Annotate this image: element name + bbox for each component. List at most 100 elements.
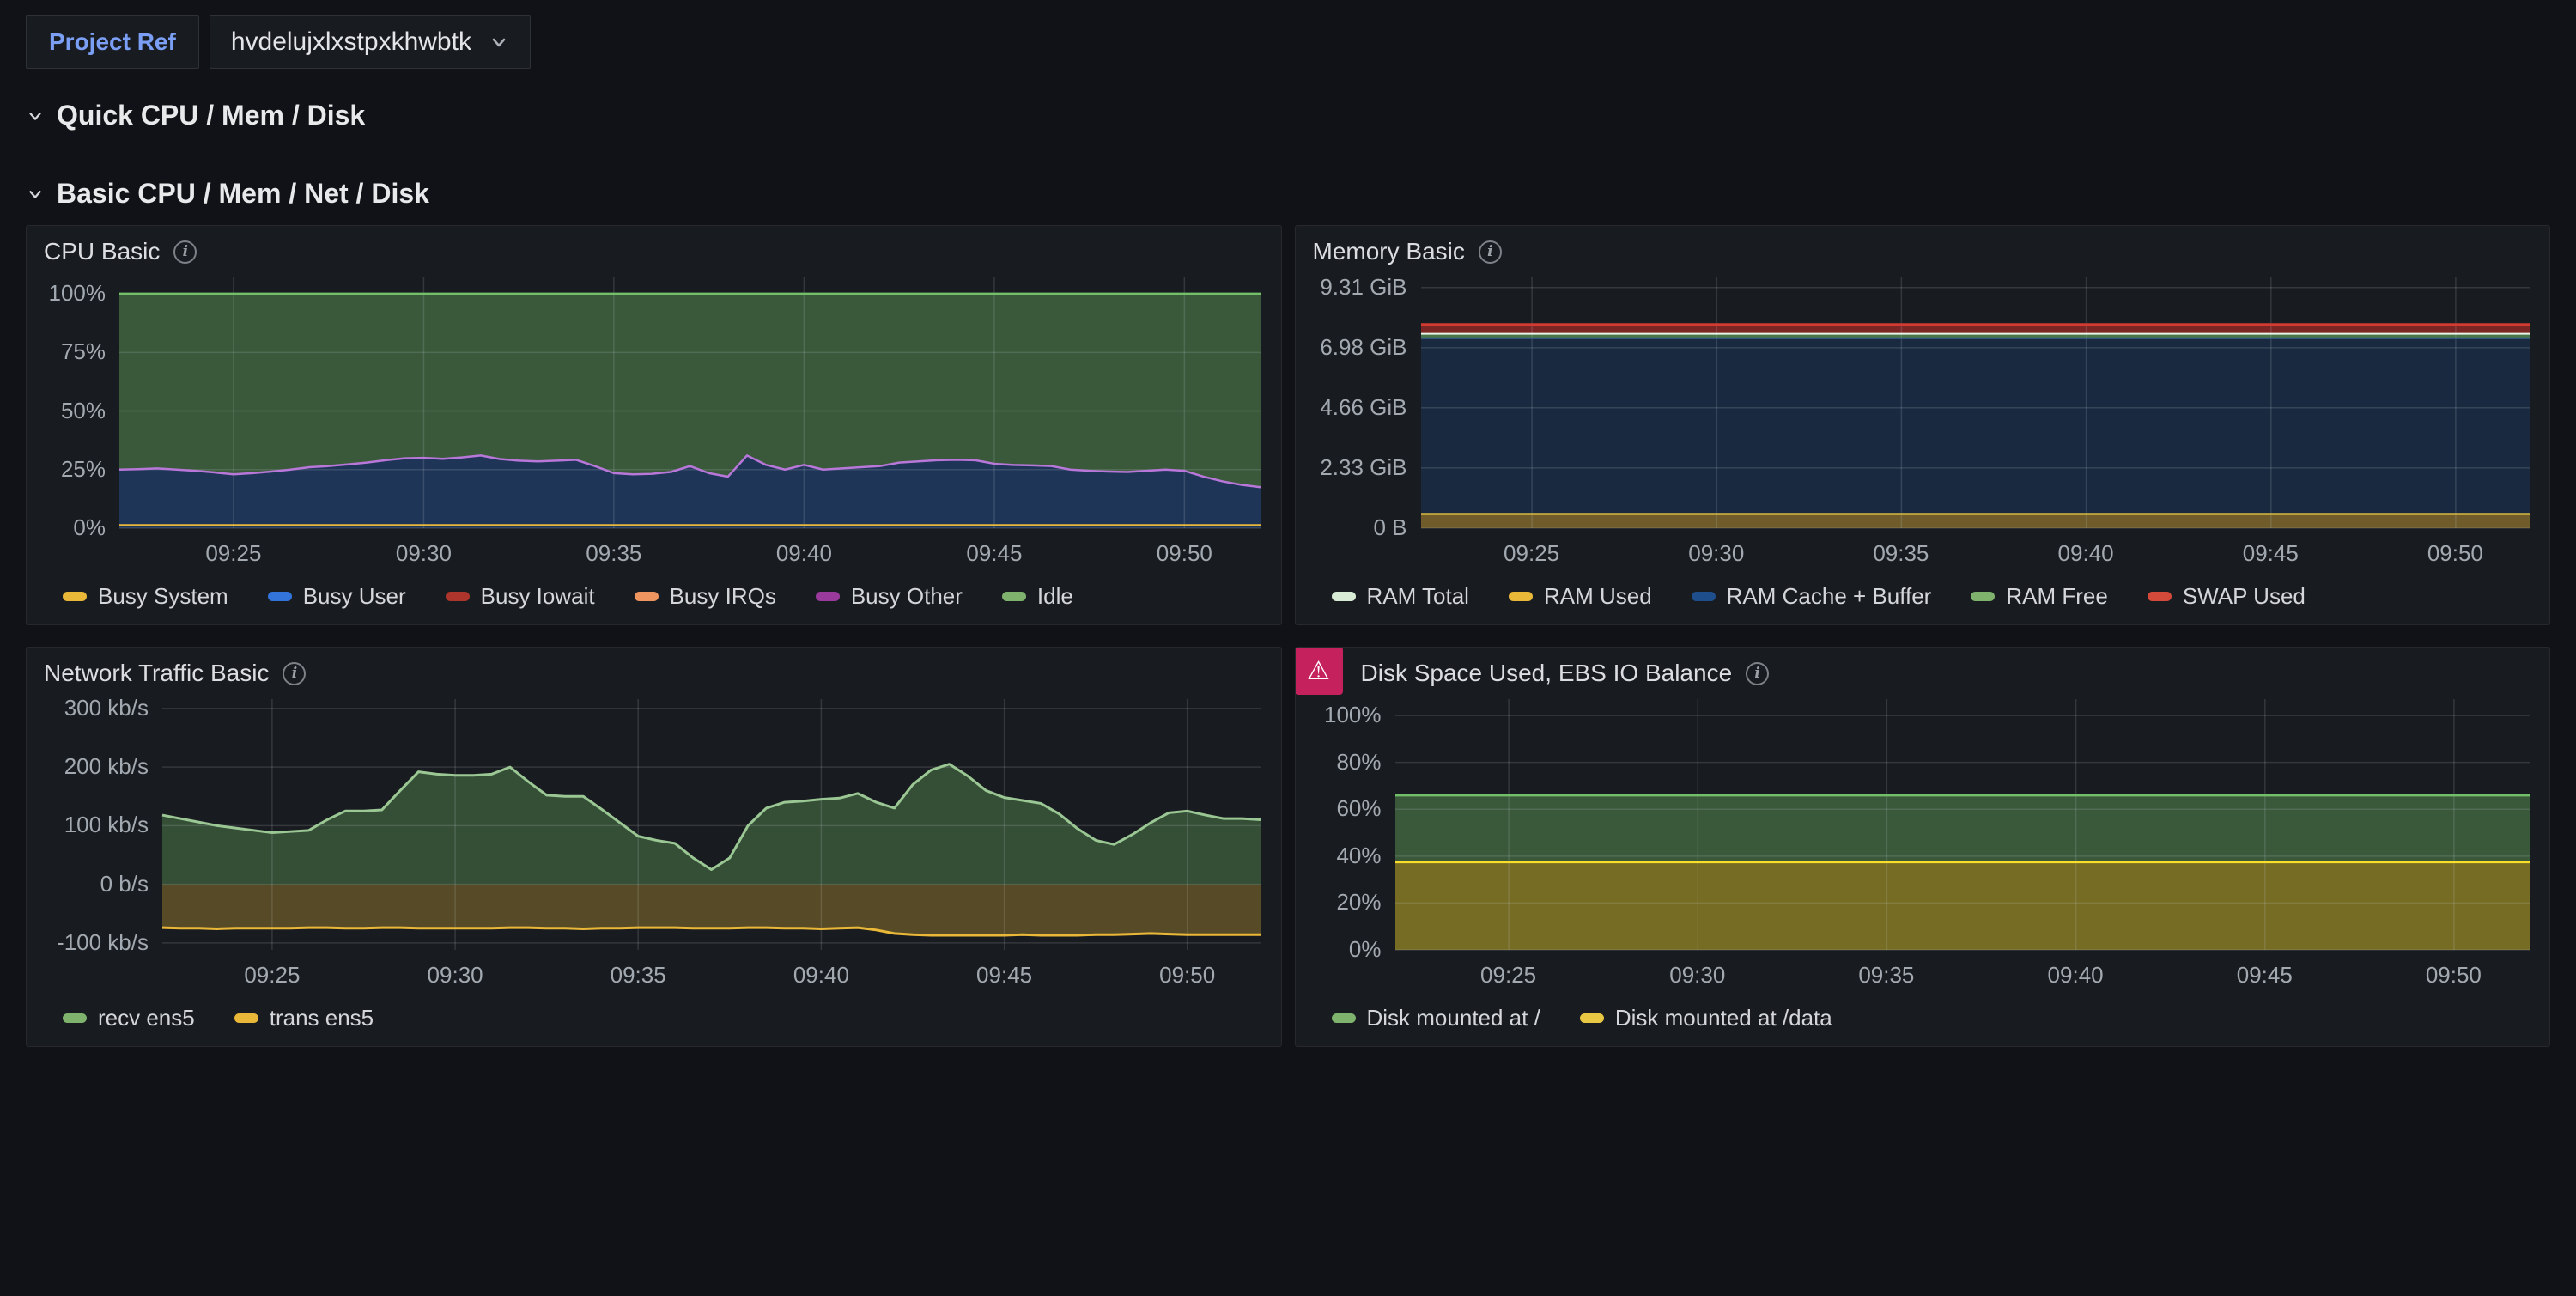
y-axis-label: 100% — [1303, 702, 1382, 728]
panel-network-basic: Network Traffic Basic i -100 kb/s0 b/s10… — [26, 647, 1282, 1047]
legend-color-chip — [1580, 1013, 1604, 1023]
network-traffic-legend: recv ens5 trans ens5 — [27, 996, 1281, 1046]
legend-label: recv ens5 — [98, 1005, 195, 1031]
legend-color-chip — [1692, 592, 1716, 601]
info-icon[interactable]: i — [283, 662, 306, 685]
y-axis-label: 0 B — [1303, 514, 1407, 541]
cpu-basic-legend: Busy System Busy User Busy Iowait Busy IRQs… — [27, 575, 1281, 624]
legend-item[interactable]: Busy System — [63, 583, 228, 610]
legend-label: RAM Cache + Buffer — [1727, 583, 1932, 610]
y-axis-label: 6.98 GiB — [1303, 334, 1407, 361]
panel-title[interactable]: Memory Basic — [1313, 238, 1465, 265]
chart-canvas — [1303, 691, 2543, 996]
legend-item[interactable]: Busy User — [268, 583, 406, 610]
x-axis-label: 09:35 — [1818, 962, 1955, 989]
x-axis-label: 09:50 — [1115, 540, 1253, 567]
dashboard-topbar: Project Ref hvdelujxlxstpxkhwbtk — [0, 0, 2576, 69]
panel-header: Network Traffic Basic i — [27, 648, 1281, 691]
legend-item[interactable]: Busy Iowait — [446, 583, 595, 610]
legend-label: Busy User — [303, 583, 406, 610]
section-header-basic[interactable]: Basic CPU / Mem / Net / Disk — [26, 178, 2576, 210]
x-axis-label: 09:50 — [2385, 962, 2522, 989]
cpu-basic-chart[interactable]: 0%25%50%75%100%09:2509:3009:3509:4009:45… — [33, 269, 1274, 575]
y-axis-label: 0% — [1303, 936, 1382, 963]
legend-label: RAM Used — [1544, 583, 1652, 610]
panel-header: Memory Basic i — [1296, 226, 2550, 269]
legend-color-chip — [63, 1013, 87, 1023]
x-axis-label: 09:35 — [569, 962, 707, 989]
legend-item[interactable]: trans ens5 — [234, 1005, 374, 1031]
project-ref-dropdown[interactable]: hvdelujxlxstpxkhwbtk — [210, 15, 531, 69]
legend-item[interactable]: Busy IRQs — [635, 583, 776, 610]
y-axis-label: 80% — [1303, 749, 1382, 776]
y-axis-label: 20% — [1303, 889, 1382, 916]
y-axis-label: 4.66 GiB — [1303, 394, 1407, 421]
y-axis-label: 0 b/s — [33, 871, 149, 897]
x-axis-label: 09:30 — [1629, 962, 1766, 989]
legend-item[interactable]: RAM Cache + Buffer — [1692, 583, 1932, 610]
x-axis-label: 09:40 — [2017, 540, 2154, 567]
section-header-quick[interactable]: Quick CPU / Mem / Disk — [26, 100, 2576, 131]
panel-title[interactable]: Network Traffic Basic — [44, 660, 269, 687]
x-axis-label: 09:35 — [1832, 540, 1970, 567]
y-axis-label: 50% — [33, 398, 106, 424]
grafana-dashboard: Project Ref hvdelujxlxstpxkhwbtk Quick C… — [0, 0, 2576, 1047]
x-axis-label: 09:25 — [1463, 540, 1601, 567]
alert-state-badge[interactable]: ⚠ — [1295, 647, 1343, 695]
legend-label: SWAP Used — [2183, 583, 2306, 610]
panel-disk-space: ⚠ Disk Space Used, EBS IO Balance i 0% 20… — [1295, 647, 2551, 1047]
legend-item[interactable]: recv ens5 — [63, 1005, 195, 1031]
legend-item[interactable]: RAM Total — [1332, 583, 1469, 610]
x-axis-label: 09:25 — [1440, 962, 1577, 989]
legend-color-chip — [816, 592, 840, 601]
chevron-down-icon — [489, 32, 509, 52]
network-traffic-chart[interactable]: -100 kb/s0 b/s100 kb/s200 kb/s300 kb/s09… — [33, 691, 1274, 996]
memory-basic-chart[interactable]: 0 B2.33 GiB4.66 GiB6.98 GiB9.31 GiB09:25… — [1303, 269, 2543, 575]
legend-item[interactable]: Busy Other — [816, 583, 963, 610]
y-axis-label: 2.33 GiB — [1303, 454, 1407, 481]
info-icon[interactable]: i — [1746, 662, 1769, 685]
x-axis-label: 09:30 — [386, 962, 524, 989]
x-axis-label: 09:45 — [2196, 962, 2333, 989]
x-axis-label: 09:45 — [926, 540, 1063, 567]
disk-space-legend: Disk mounted at / Disk mounted at /data — [1296, 996, 2550, 1046]
legend-item[interactable]: Disk mounted at / — [1332, 1005, 1540, 1031]
legend-item[interactable]: RAM Used — [1509, 583, 1652, 610]
legend-label: Disk mounted at / — [1367, 1005, 1540, 1031]
section-title: Quick CPU / Mem / Disk — [57, 100, 365, 131]
section-title: Basic CPU / Mem / Net / Disk — [57, 178, 429, 210]
legend-item[interactable]: Idle — [1002, 583, 1073, 610]
chart-canvas — [33, 269, 1274, 575]
y-axis-label: 40% — [1303, 843, 1382, 869]
legend-label: trans ens5 — [270, 1005, 374, 1031]
legend-label: RAM Free — [2006, 583, 2107, 610]
panel-header: CPU Basic i — [27, 226, 1281, 269]
legend-color-chip — [1971, 592, 1995, 601]
info-icon[interactable]: i — [1479, 240, 1502, 264]
legend-label: Busy IRQs — [670, 583, 776, 610]
legend-color-chip — [635, 592, 659, 601]
x-axis-label: 09:45 — [936, 962, 1073, 989]
x-axis-label: 09:45 — [2202, 540, 2339, 567]
x-axis-label: 09:40 — [2007, 962, 2144, 989]
y-axis-label: 75% — [33, 338, 106, 365]
y-axis-label: 300 kb/s — [33, 695, 149, 721]
panel-title[interactable]: Disk Space Used, EBS IO Balance — [1361, 660, 1733, 687]
legend-color-chip — [234, 1013, 258, 1023]
legend-item[interactable]: Disk mounted at /data — [1580, 1005, 1832, 1031]
legend-label: Busy Iowait — [481, 583, 595, 610]
info-icon[interactable]: i — [173, 240, 197, 264]
legend-label: Idle — [1037, 583, 1073, 610]
legend-item[interactable]: SWAP Used — [2148, 583, 2306, 610]
legend-item[interactable]: RAM Free — [1971, 583, 2107, 610]
y-axis-label: -100 kb/s — [33, 929, 149, 956]
variable-label-project-ref: Project Ref — [26, 15, 199, 69]
y-axis-label: 60% — [1303, 795, 1382, 822]
y-axis-label: 100% — [33, 280, 106, 307]
disk-space-chart[interactable]: 0% 20% 40% 60% 80% 100% 09:25 09:30 09:35 09:40 09… — [1303, 691, 2543, 996]
charts-grid: CPU Basic i 0%25%50%75%100%09:2509:3009:… — [26, 225, 2550, 1047]
chevron-down-icon — [26, 185, 45, 204]
x-axis-label: 09:40 — [752, 962, 890, 989]
warning-icon: ⚠ — [1307, 656, 1330, 686]
panel-title[interactable]: CPU Basic — [44, 238, 160, 265]
